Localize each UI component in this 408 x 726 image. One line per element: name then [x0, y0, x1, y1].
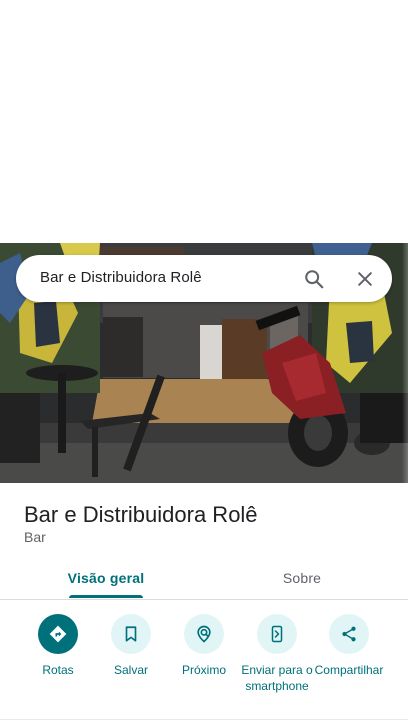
share-icon [342, 626, 356, 642]
clear-search-button[interactable] [349, 263, 381, 295]
share-label: Compartilhar [314, 663, 384, 677]
place-page: Bar e Distribuidora Rolê Bar e Distribui… [0, 0, 408, 726]
photo-edge [402, 243, 408, 483]
bottom-divider [0, 719, 408, 720]
action-bar: Rotas Salvar Próximo Enviar para o smart… [0, 614, 408, 714]
nearby-label: Próximo [181, 663, 226, 677]
send-to-phone-label: Enviar para o smartphone [241, 663, 313, 693]
save-button[interactable]: Salvar [91, 614, 171, 678]
send-to-phone-button-circle[interactable] [257, 614, 297, 654]
search-box[interactable]: Bar e Distribuidora Rolê [16, 255, 392, 302]
save-button-circle[interactable] [111, 614, 151, 654]
send-to-phone-button[interactable]: Enviar para o smartphone [237, 614, 317, 694]
share-button-circle[interactable] [329, 614, 369, 654]
search-icon [305, 270, 324, 289]
directions-button[interactable]: Rotas [18, 614, 98, 678]
active-tab-indicator [69, 595, 143, 598]
tab-overview[interactable]: Visão geral [16, 555, 196, 600]
share-button[interactable]: Compartilhar [309, 614, 389, 678]
save-label: Salvar [113, 663, 148, 677]
place-category[interactable]: Bar [24, 529, 46, 545]
nearby-button[interactable]: Próximo [164, 614, 244, 678]
place-tabs: Visão geral Sobre [0, 555, 408, 600]
bookmark-icon [125, 626, 137, 642]
tab-about[interactable]: Sobre [212, 555, 392, 600]
nearby-icon [197, 625, 211, 643]
search-input[interactable]: Bar e Distribuidora Rolê [40, 269, 202, 286]
directions-icon [49, 625, 67, 643]
nearby-button-circle[interactable] [184, 614, 224, 654]
directions-label: Rotas [42, 663, 74, 677]
search-button[interactable] [298, 263, 330, 295]
send-to-phone-icon [271, 625, 283, 643]
place-title: Bar e Distribuidora Rolê [24, 502, 258, 527]
directions-button-circle[interactable] [38, 614, 78, 654]
tabs-divider [0, 599, 408, 600]
close-icon [358, 272, 372, 286]
